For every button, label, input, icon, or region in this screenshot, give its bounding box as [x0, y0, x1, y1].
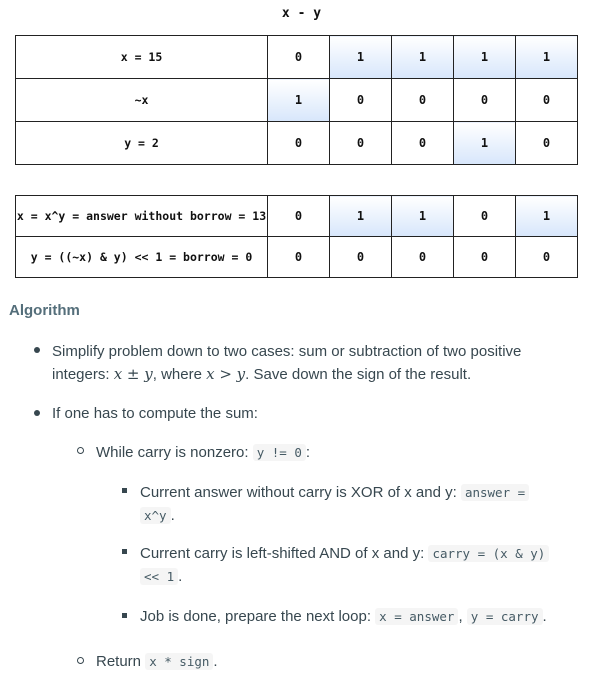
text: , where — [152, 366, 207, 383]
list-item-sum: If one has to compute the sum: — [52, 402, 258, 425]
bit-cell: 0 — [391, 121, 454, 165]
inline-code: y != 0 — [252, 444, 306, 461]
row-label: y = ((~x) & y) << 1 = borrow = 0 — [15, 236, 268, 278]
inline-code: << 1 — [140, 568, 179, 585]
diagram-title: x - y — [281, 6, 322, 21]
row-label: x = 15 — [15, 35, 268, 79]
text: . — [178, 568, 183, 585]
text: Job is done, prepare the next loop: — [140, 608, 376, 625]
text: While carry is nonzero: — [96, 444, 253, 461]
bit-row: x = 15 0 1 1 1 1 — [15, 35, 578, 79]
bit-cell: 0 — [453, 78, 516, 122]
math-expression: x ± y — [113, 365, 153, 383]
row-label: ~x — [15, 78, 268, 122]
bullet-square-icon — [122, 488, 127, 493]
text: . Save down the sign of the result. — [245, 366, 472, 383]
list-item-answer: Current answer without carry is XOR of x… — [140, 481, 590, 527]
text: Current answer without carry is XOR of x… — [140, 484, 461, 501]
bit-cell: 0 — [267, 195, 330, 237]
bit-row: y = 200010 — [15, 121, 578, 165]
bit-cell: 0 — [391, 236, 454, 278]
text: . — [213, 653, 218, 670]
bit-row: y = ((~x) & y) << 1 = borrow = 000000 — [15, 236, 578, 278]
bit-row: ~x 1 0 0 0 0 — [15, 78, 578, 122]
text: : — [305, 444, 311, 461]
bit-cell: 1 — [267, 78, 330, 122]
bit-cell: 1 — [329, 195, 392, 237]
bullet-square-icon — [122, 549, 127, 554]
bit-cell: 1 — [515, 195, 578, 237]
row-label: x = x^y = answer without borrow = 13 — [15, 195, 268, 237]
algorithm-heading: Algorithm — [9, 302, 80, 319]
text: If one has to compute the sum: — [52, 405, 258, 422]
text: Current carry is left-shifted AND of x a… — [140, 545, 429, 562]
bit-cell: 0 — [391, 78, 454, 122]
inline-code: carry = (x & y) — [428, 545, 550, 562]
bit-cell: 0 — [453, 195, 516, 237]
bit-cell: 1 — [515, 35, 578, 79]
bit-cell: 1 — [391, 35, 454, 79]
list-item-next-loop: Job is done, prepare the next loop: x = … — [140, 605, 595, 628]
inline-code: x * sign — [145, 653, 214, 670]
inline-code: answer = — [460, 484, 530, 501]
bullet-circle-icon — [77, 657, 84, 664]
bit-cell: 1 — [453, 35, 516, 79]
bit-cell: 1 — [329, 35, 392, 79]
bit-table-top: x = 15 0 1 1 1 1 ~x 1 0 0 0 0 y = 200010 — [15, 35, 578, 165]
bit-table-bottom: x = x^y = answer without borrow = 13 0 1 1 0… — [15, 195, 578, 278]
list-item-carry: Current carry is left-shifted AND of x a… — [140, 542, 595, 588]
bit-cell: 0 — [329, 121, 392, 165]
bit-cell: 1 — [453, 121, 516, 165]
text: Return — [96, 653, 146, 670]
bullet-circle-icon — [77, 447, 84, 454]
bit-cell: 0 — [515, 121, 578, 165]
bullet-disc-icon — [34, 347, 40, 353]
bit-cell: 0 — [515, 236, 578, 278]
bullet-disc-icon — [34, 410, 40, 416]
bit-cell: 0 — [329, 78, 392, 122]
inline-code: y = carry — [466, 608, 543, 625]
text: . — [170, 507, 175, 524]
bit-row: x = x^y = answer without borrow = 13 0 1 1 0… — [15, 195, 578, 237]
inline-code: x = answer — [375, 608, 459, 625]
bit-cell: 0 — [267, 236, 330, 278]
bit-cell: 0 — [453, 236, 516, 278]
bit-cell: 0 — [267, 121, 330, 165]
list-item-while-carry: While carry is nonzero: y != 0: — [96, 441, 310, 464]
text: integers: — [52, 366, 114, 383]
text: Simplify problem down to two cases: sum … — [52, 343, 522, 360]
inline-code: x^y — [140, 507, 171, 524]
bit-cell: 0 — [329, 236, 392, 278]
text: . — [542, 608, 547, 625]
bit-cell: 0 — [515, 78, 578, 122]
row-label: y = 2 — [15, 121, 268, 165]
list-item-simplify: Simplify problem down to two cases: sum … — [52, 340, 592, 386]
bullet-square-icon — [122, 613, 127, 618]
list-item-return: Return x * sign. — [96, 650, 218, 673]
text: , — [458, 608, 467, 625]
bit-cell: 0 — [267, 35, 330, 79]
bit-cell: 1 — [391, 195, 454, 237]
math-expression: x > y — [206, 365, 246, 383]
